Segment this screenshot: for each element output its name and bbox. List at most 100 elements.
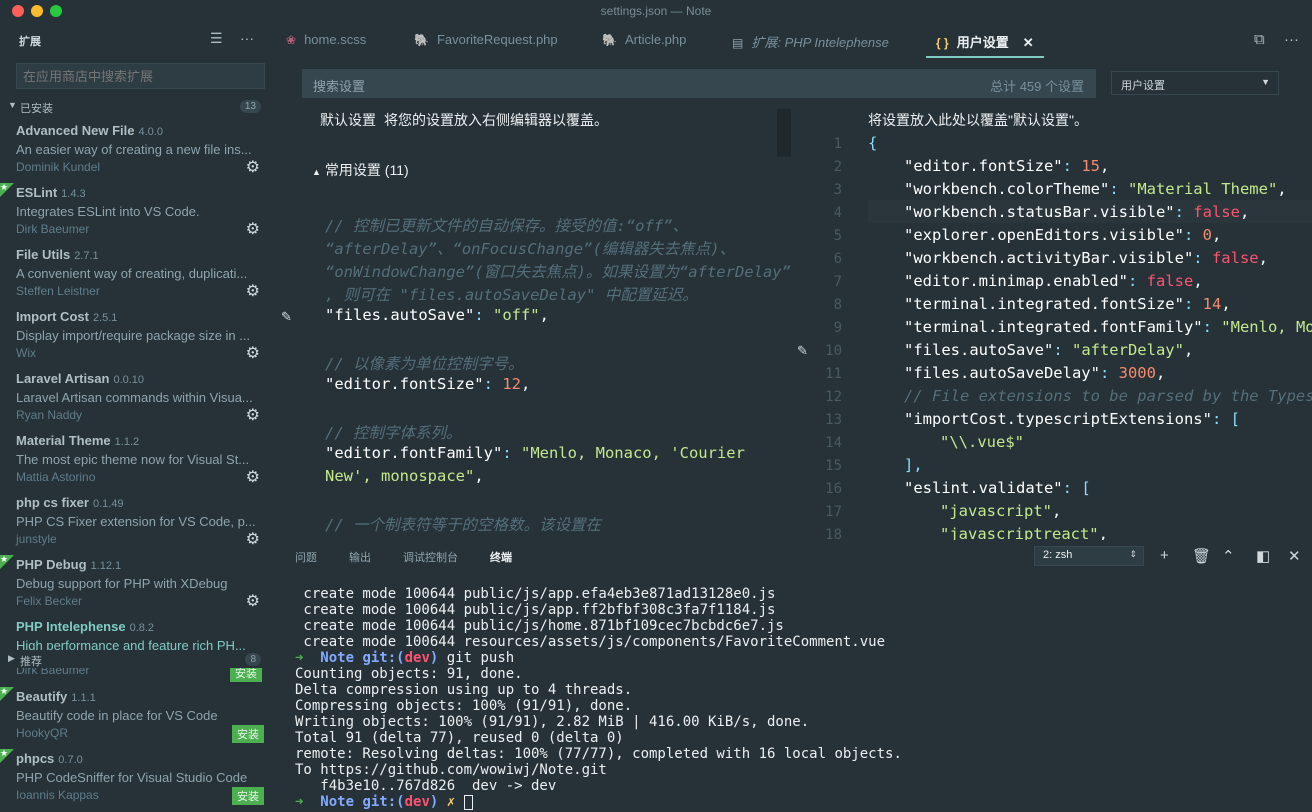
extension-version: 0.0.10 xyxy=(113,374,145,386)
extension-item[interactable]: Material Theme 1.1.2 The most epic theme n… xyxy=(0,433,276,495)
close-panel-icon[interactable]: ✕ xyxy=(1288,547,1301,565)
code-line: , 则可在 "files.autoSaveDelay" 中配置延迟。 xyxy=(325,283,698,305)
section-label: 推荐 xyxy=(20,656,42,668)
code-line: "importCost.typescriptExtensions": [ xyxy=(904,410,1240,428)
code-line: New', monospace", xyxy=(325,467,484,485)
comment-text: “afterDelay”、“onFocusChange”(编辑器失去焦点)、 xyxy=(325,240,736,258)
code-line: // 一个制表符等于的空格数。该设置在 xyxy=(325,513,601,535)
line-number: 13 xyxy=(825,412,842,428)
extension-description: Display import/require package size in .… xyxy=(16,328,251,343)
extension-name: ESLint 1.4.3 xyxy=(16,185,86,200)
comma: , xyxy=(539,306,549,324)
new-terminal-icon[interactable]: + xyxy=(1160,547,1169,564)
panel-tab[interactable]: 问题 xyxy=(295,549,317,565)
gear-icon[interactable]: ⚙ xyxy=(246,467,260,487)
settings-group-header[interactable]: ▲ 常用设置 (11) xyxy=(312,160,409,180)
terminal-text: create mode 100644 public/js/app.ff2bfbf… xyxy=(295,602,776,618)
code-line: "javascriptreact", xyxy=(940,525,1108,540)
line-number: 14 xyxy=(825,435,842,451)
tab-5[interactable]: { } 用户设置 ✕ xyxy=(926,22,1044,58)
editor-scrollbar[interactable] xyxy=(777,109,791,157)
prompt-directory: Note xyxy=(320,794,355,810)
more-actions-icon[interactable]: ··· xyxy=(1284,31,1299,48)
array-value: "javascript" xyxy=(940,502,1052,520)
maximize-panel-icon[interactable]: ⌃ xyxy=(1222,547,1235,565)
edit-pencil-icon[interactable]: ✎ xyxy=(281,309,292,325)
setting-key: "workbench.statusBar.visible" xyxy=(904,203,1175,221)
tab-3[interactable]: 🐘 Article.php xyxy=(602,22,686,58)
settings-search-input[interactable]: 搜索设置 总计 459 个设置 xyxy=(302,69,1096,98)
comma: , xyxy=(474,467,484,485)
extension-author: Wix xyxy=(16,346,36,360)
extension-item[interactable]: php cs fixer 0.1.49 PHP CS Fixer extension… xyxy=(0,495,276,557)
settings-scope-select[interactable]: 用户设置 ▼ xyxy=(1111,71,1279,95)
panel-tab[interactable]: 终端 xyxy=(490,549,512,565)
extension-item[interactable]: Advanced New File 4.0.0 An easier way of c… xyxy=(0,123,276,185)
install-button[interactable]: 安装 xyxy=(232,725,264,743)
close-icon[interactable]: ✕ xyxy=(1023,35,1034,50)
chevron-down-icon: ▼ xyxy=(8,100,17,110)
sidebar-header: 扩展 ☰ ··· xyxy=(0,22,276,58)
chevron-down-icon: ▶ xyxy=(8,653,15,663)
terminal-text: Counting objects: 91, done. xyxy=(295,666,523,682)
extension-name: Import Cost 2.5.1 xyxy=(16,309,117,324)
code-line: "workbench.colorTheme": "Material Theme"… xyxy=(904,180,1287,198)
extension-item[interactable]: ★ ESLint 1.4.3 Integrates ESLint into VS Co… xyxy=(0,182,276,247)
code-line: "workbench.activityBar.visible": false, xyxy=(904,249,1268,267)
terminal-text: create mode 100644 public/js/app.efa4eb3… xyxy=(295,586,776,602)
extension-name: PHP Debug 1.12.1 xyxy=(16,557,121,572)
terminal-text: Compressing objects: 100% (91/91), done. xyxy=(295,698,633,714)
extension-item[interactable]: ★ phpcs 0.7.0 PHP CodeSniffer for Visual St… xyxy=(0,748,276,812)
comma: , xyxy=(1221,295,1231,313)
extension-item[interactable]: Import Cost 2.5.1 Display import/require p… xyxy=(0,309,276,371)
trash-icon[interactable]: 🗑 xyxy=(1192,547,1211,565)
default-settings-editor[interactable]: 默认设置 将您的设置放入右侧编辑器以覆盖。 ▲ 常用设置 (11) // 控制已更新… xyxy=(290,100,810,540)
user-settings-title: 将设置放入此处以覆盖"默认设置"。 xyxy=(868,112,1088,128)
gear-icon[interactable]: ⚙ xyxy=(246,529,260,549)
user-settings-editor[interactable]: 将设置放入此处以覆盖"默认设置"。 1 {2 "editor.fontSize": … xyxy=(812,100,1312,540)
panel-tab[interactable]: 调试控制台 xyxy=(403,549,458,565)
setting-key: "files.autoSaveDelay" xyxy=(904,364,1100,382)
extension-item[interactable]: ★ Beautify 1.1.1 Beautify code in place for… xyxy=(0,686,276,751)
line-number: 15 xyxy=(825,458,842,474)
gear-icon[interactable]: ⚙ xyxy=(246,591,260,611)
gear-icon[interactable]: ⚙ xyxy=(246,157,260,177)
chevron-down-icon: ▲ xyxy=(312,167,321,177)
line-number: 4 xyxy=(833,205,842,221)
code-line: // 控制已更新文件的自动保存。接受的值:“off”、 xyxy=(325,214,688,236)
install-button[interactable]: 安装 xyxy=(232,787,264,805)
terminal-select[interactable]: 2: zsh ⇕ xyxy=(1034,546,1144,566)
tab-label: FavoriteRequest.php xyxy=(436,32,558,47)
edit-pencil-icon[interactable]: ✎ xyxy=(797,343,808,359)
tab-1[interactable]: ❀ home.scss xyxy=(286,22,366,58)
settings-total-count: 总计 459 个设置 xyxy=(990,79,1084,94)
terminal-line: create mode 100644 public/js/app.efa4eb3… xyxy=(295,586,775,602)
line-number: 1 xyxy=(833,136,842,152)
toggle-panel-position-icon[interactable]: ◧ xyxy=(1256,547,1270,565)
gear-icon[interactable]: ⚙ xyxy=(246,219,260,239)
setting-value: "Menlo, Monaco, 'Courier xyxy=(520,444,745,462)
prompt-command: git push xyxy=(446,650,515,666)
extension-version: 1.1.2 xyxy=(114,436,140,448)
code-line: “onWindowChange”(窗口失去焦点)。如果设置为“afterDela… xyxy=(325,260,791,282)
gear-icon[interactable]: ⚙ xyxy=(246,405,260,425)
extension-item[interactable]: Laravel Artisan 0.0.10 Laravel Artisan com… xyxy=(0,371,276,433)
extension-description: An easier way of creating a new file ins… xyxy=(16,142,252,157)
tab-4[interactable]: ▤ 扩展: PHP Intelephense xyxy=(732,22,889,58)
section-header-installed[interactable]: ▼ 已安装 13 xyxy=(0,97,276,117)
open-changes-icon[interactable]: ⧉ xyxy=(1254,31,1265,48)
tab-2[interactable]: 🐘 FavoriteRequest.php xyxy=(414,22,558,58)
section-header-recommended[interactable]: ▶ 推荐 8 xyxy=(0,650,276,668)
gear-icon[interactable]: ⚙ xyxy=(246,281,260,301)
gear-icon[interactable]: ⚙ xyxy=(246,343,260,363)
clear-extensions-icon[interactable]: ☰ xyxy=(210,30,223,47)
panel-tab[interactable]: 输出 xyxy=(349,549,371,565)
more-actions-icon[interactable]: ··· xyxy=(240,30,254,46)
extensions-search-input[interactable] xyxy=(16,63,265,89)
extension-item[interactable]: File Utils 2.7.1 A convenient way of creat… xyxy=(0,247,276,309)
extension-description: Integrates ESLint into VS Code. xyxy=(16,204,200,219)
setting-key: "terminal.integrated.fontSize" xyxy=(904,295,1184,313)
extension-item[interactable]: ★ PHP Debug 1.12.1 Debug support for PHP wi… xyxy=(0,554,276,619)
default-settings-title: 默认设置 将您的设置放入右侧编辑器以覆盖。 xyxy=(320,110,608,130)
setting-value: "off" xyxy=(492,306,540,324)
